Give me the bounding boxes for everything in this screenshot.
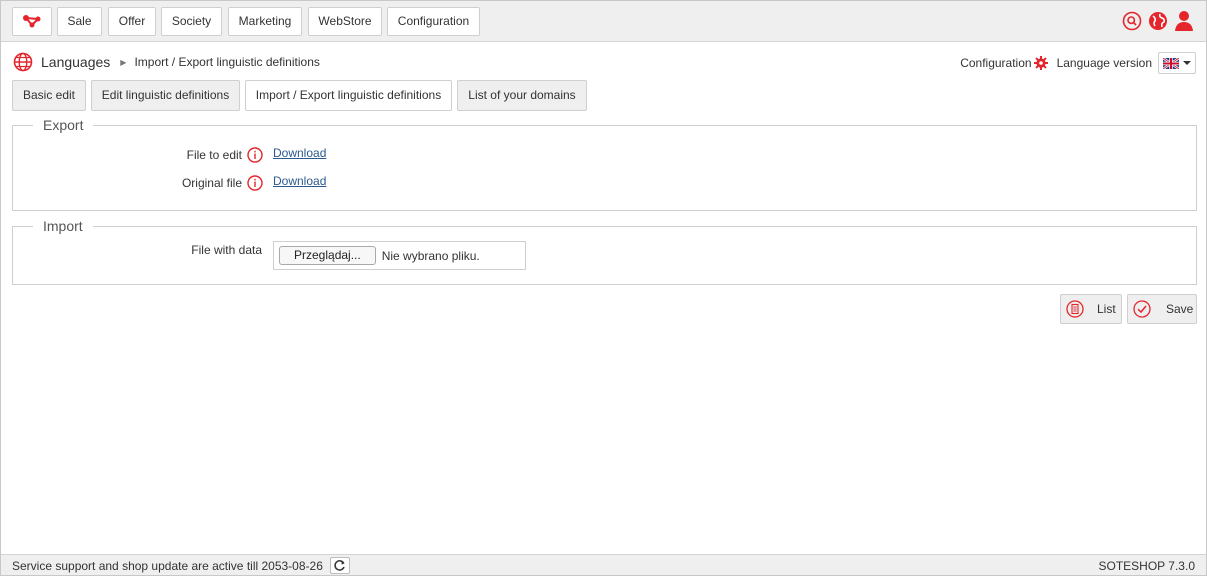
user-icon[interactable] (1174, 10, 1194, 32)
tab-list-of-domains[interactable]: List of your domains (457, 80, 587, 111)
nav-society[interactable]: Society (161, 7, 222, 36)
original-file-download-link[interactable]: Download (273, 174, 326, 188)
gear-icon[interactable] (1033, 56, 1048, 70)
info-icon[interactable] (247, 175, 263, 191)
info-icon[interactable] (247, 147, 263, 163)
languages-globe-icon (13, 52, 33, 72)
search-icon[interactable] (1122, 10, 1142, 32)
import-fieldset: Import File with data Przeglądaj... Nie … (12, 218, 1197, 285)
list-button[interactable]: List (1060, 294, 1122, 324)
tab-edit-linguistic-definitions[interactable]: Edit linguistic definitions (91, 80, 240, 111)
export-fieldset: Export File to edit Download Original fi… (12, 117, 1197, 211)
save-button[interactable]: Save (1127, 294, 1197, 324)
nav-offer[interactable]: Offer (108, 7, 156, 36)
file-to-edit-download-link[interactable]: Download (273, 146, 326, 160)
language-version-label: Language version (1056, 56, 1152, 70)
status-footer: Service support and shop update are acti… (1, 554, 1206, 575)
soteshop-logo-icon (23, 15, 41, 28)
check-circle-icon (1133, 300, 1151, 318)
nav-marketing[interactable]: Marketing (228, 7, 302, 36)
refresh-button[interactable] (330, 557, 350, 574)
browse-button[interactable]: Przeglądaj... (279, 246, 376, 265)
breadcrumb-current: Import / Export linguistic definitions (134, 55, 320, 69)
configuration-link[interactable]: Configuration (960, 56, 1031, 70)
nav-sale[interactable]: Sale (57, 7, 102, 36)
page-tools: Configuration Language version (960, 52, 1196, 74)
nav-webstore[interactable]: WebStore (308, 7, 382, 36)
list-button-label: List (1097, 302, 1116, 316)
uk-flag-icon (1163, 57, 1179, 69)
header-icons (1122, 10, 1194, 32)
import-legend: Import (33, 218, 93, 234)
original-file-label: Original file (181, 176, 242, 190)
file-to-edit-label: File to edit (186, 148, 242, 162)
breadcrumb-section[interactable]: Languages (41, 54, 110, 70)
file-with-data-label: File with data (191, 243, 262, 257)
tab-basic-edit[interactable]: Basic edit (12, 80, 86, 111)
refresh-icon (334, 560, 345, 571)
chevron-down-icon (1183, 61, 1191, 65)
file-upload-input[interactable]: Przeglądaj... Nie wybrano pliku. (273, 241, 526, 270)
breadcrumb: Languages ▶ Import / Export linguistic d… (13, 51, 320, 73)
version-label: SOTESHOP 7.3.0 (1098, 559, 1196, 573)
support-status-text: Service support and shop update are acti… (12, 559, 323, 573)
top-navigation-bar: Sale Offer Society Marketing WebStore Co… (1, 1, 1206, 42)
save-button-label: Save (1166, 302, 1194, 316)
tab-import-export[interactable]: Import / Export linguistic definitions (245, 80, 452, 111)
list-icon (1066, 300, 1084, 318)
globe-icon[interactable] (1148, 10, 1168, 32)
home-logo-button[interactable] (12, 7, 52, 36)
export-legend: Export (33, 117, 94, 133)
breadcrumb-arrow-icon: ▶ (120, 57, 127, 67)
nav-configuration[interactable]: Configuration (387, 7, 480, 36)
file-status-text: Nie wybrano pliku. (381, 248, 480, 263)
language-version-dropdown[interactable] (1158, 52, 1196, 74)
